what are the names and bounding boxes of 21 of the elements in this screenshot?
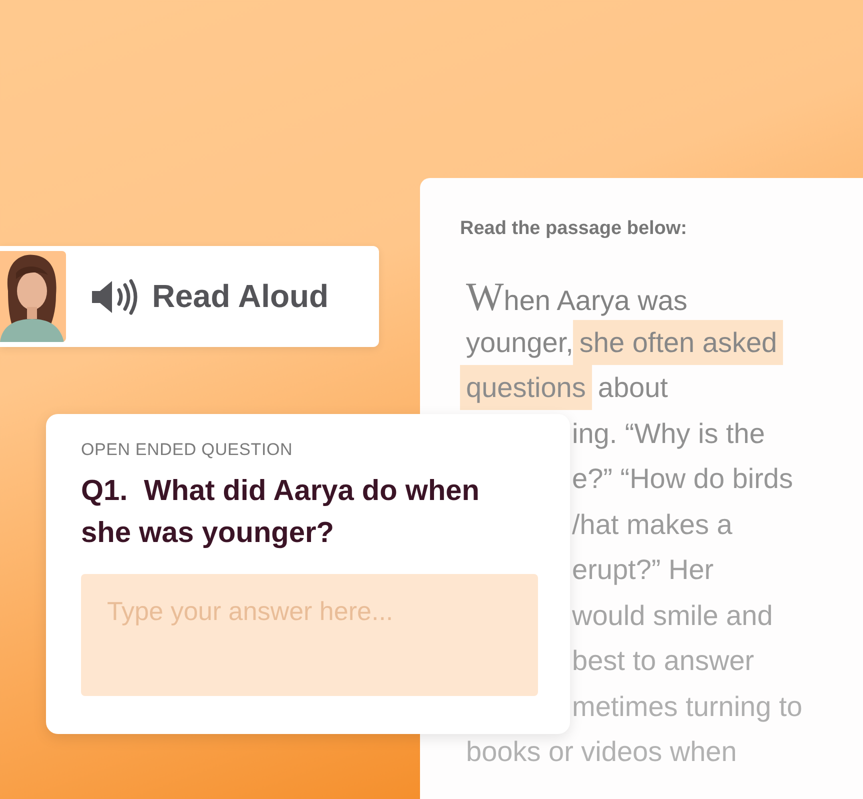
passage-text: e?” “How do birds bbox=[572, 462, 793, 496]
question-title: Q1. What did Aarya do when she was younger? bbox=[81, 474, 481, 551]
passage-text: books or videos when bbox=[466, 735, 737, 769]
question-type-label: OPEN ENDED QUESTION bbox=[81, 440, 294, 460]
passage-text: best to answer bbox=[572, 644, 754, 678]
speaker-icon bbox=[90, 278, 140, 314]
drop-cap-letter: W bbox=[466, 274, 504, 319]
passage-text: ing. “Why is the bbox=[572, 416, 765, 451]
passage-text: younger, bbox=[466, 326, 574, 360]
passage-text: /hat makes a bbox=[572, 508, 732, 542]
passage-text: about bbox=[598, 371, 668, 405]
passage-text: metimes turning to bbox=[572, 690, 802, 724]
passage-heading: Read the passage below: bbox=[460, 218, 688, 240]
answer-field[interactable]: Type your answer here... bbox=[81, 574, 538, 696]
highlighted-text: she often asked bbox=[573, 320, 784, 364]
passage-text: erupt?” Her bbox=[572, 553, 714, 587]
read-aloud-card[interactable]: Read Aloud bbox=[0, 246, 379, 347]
highlighted-text: questions bbox=[460, 365, 592, 410]
passage-text: hen Aarya was bbox=[504, 285, 688, 318]
passage-text: would smile and bbox=[572, 598, 773, 632]
read-aloud-label: Read Aloud bbox=[152, 278, 329, 315]
